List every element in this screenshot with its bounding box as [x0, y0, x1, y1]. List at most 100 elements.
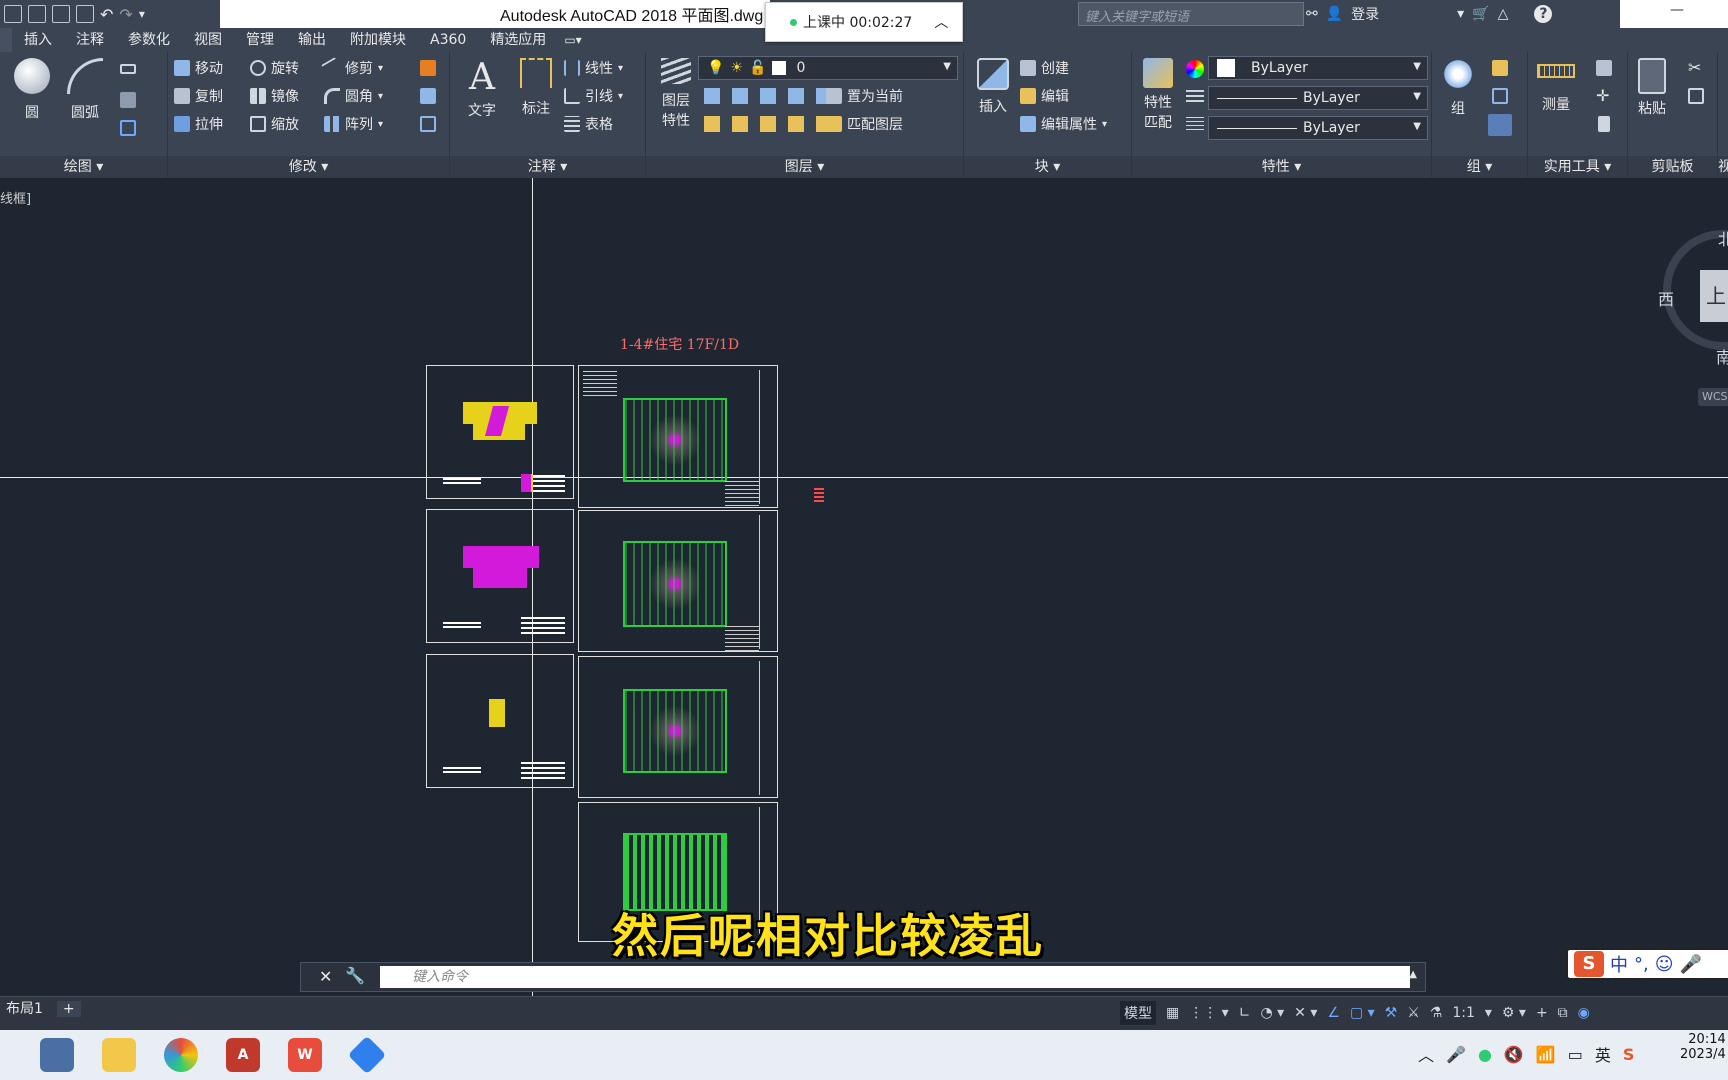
- print-icon[interactable]: [76, 5, 94, 23]
- ime-toolbar[interactable]: S 中 °, ☺ 🎤: [1566, 948, 1728, 980]
- ungroup-icon[interactable]: [1492, 60, 1508, 76]
- copy-button[interactable]: 复制: [174, 86, 223, 106]
- site-plan-sheet[interactable]: [426, 365, 574, 499]
- block-panel-title[interactable]: 块 ▾: [964, 156, 1131, 178]
- paste-button[interactable]: 粘贴: [1630, 58, 1674, 118]
- polar-icon[interactable]: ◔ ▾: [1260, 1005, 1284, 1021]
- chevron-down-icon[interactable]: ▾: [1485, 1005, 1492, 1021]
- edit-attributes-button[interactable]: 编辑属性 ▾: [1020, 114, 1107, 134]
- otrack-icon[interactable]: ∠: [1327, 1005, 1340, 1021]
- chevron-down-icon[interactable]: ▾: [1102, 119, 1107, 130]
- tab-insert[interactable]: 插入: [12, 28, 64, 52]
- layout-tab[interactable]: 布局1 +: [0, 998, 81, 1018]
- layer-dropdown[interactable]: 💡 ☀ 🔓 0 ▼: [698, 56, 958, 80]
- undo-icon[interactable]: ↶: [100, 5, 113, 24]
- set-current-button[interactable]: 置为当前: [826, 86, 903, 106]
- a360-icon[interactable]: △: [1498, 6, 1509, 22]
- annotation-panel-title[interactable]: 注释 ▾: [450, 156, 645, 178]
- open-icon[interactable]: [4, 5, 22, 23]
- chevron-up-icon[interactable]: ︿: [1418, 1042, 1434, 1066]
- viewcube-south[interactable]: 南: [1716, 344, 1728, 368]
- annotation-scale[interactable]: 1:1: [1452, 1005, 1475, 1021]
- tab-output[interactable]: 输出: [286, 28, 338, 52]
- search-input[interactable]: 键入关键字或短语: [1078, 2, 1304, 26]
- properties-panel-title[interactable]: 特性 ▾: [1132, 156, 1431, 178]
- copy-clip-icon[interactable]: [1688, 88, 1704, 104]
- offset-icon[interactable]: [420, 116, 436, 132]
- id-point-icon[interactable]: [1596, 60, 1612, 76]
- emoji-icon[interactable]: ☺: [1655, 954, 1674, 975]
- site-plan-sheet[interactable]: [426, 509, 574, 643]
- modify-panel-title[interactable]: 修改 ▾: [168, 156, 449, 178]
- osnap-icon[interactable]: ✕ ▾: [1294, 1005, 1317, 1021]
- chevron-down-icon[interactable]: ▾: [378, 63, 383, 74]
- region-icon[interactable]: [120, 120, 136, 136]
- color-wheel-icon[interactable]: [1186, 60, 1204, 78]
- sogou-tray-icon[interactable]: S: [1623, 1045, 1635, 1064]
- wrench-icon[interactable]: 🔧: [345, 966, 365, 985]
- expand-icon[interactable]: ▲: [1409, 969, 1417, 980]
- viewcube-west[interactable]: 西: [1658, 286, 1674, 310]
- viewcube-top-face[interactable]: 上: [1700, 270, 1728, 322]
- close-icon[interactable]: ✕: [319, 967, 332, 986]
- ribbon-toggle-icon[interactable]: ▭▾: [564, 33, 581, 47]
- fillet-button[interactable]: 圆角 ▾: [324, 86, 383, 106]
- autocad-app-icon[interactable]: A: [226, 1038, 260, 1072]
- rotate-button[interactable]: 旋转: [250, 58, 299, 78]
- minimize-button[interactable]: —: [1670, 2, 1684, 18]
- annotation-visibility-icon[interactable]: ⚒: [1385, 1005, 1398, 1021]
- move-button[interactable]: 移动: [174, 58, 223, 78]
- site-plan-sheet[interactable]: [426, 654, 574, 788]
- dimension-button[interactable]: 标注: [516, 58, 556, 118]
- view-panel-title[interactable]: 视: [1718, 156, 1728, 178]
- crosshair-icon[interactable]: ✛: [1596, 86, 1609, 105]
- array-button[interactable]: 阵列 ▾: [324, 114, 383, 134]
- mirror-button[interactable]: 镜像: [250, 86, 299, 106]
- lineweight-icon[interactable]: [1186, 116, 1204, 130]
- trim-button[interactable]: 修剪 ▾: [321, 57, 383, 79]
- battery-icon[interactable]: ▭: [1568, 1045, 1583, 1064]
- snap-icon[interactable]: ⋮⋮ ▾: [1189, 1005, 1228, 1021]
- group-button[interactable]: 组: [1438, 58, 1478, 118]
- circle-button[interactable]: 圆: [12, 58, 52, 122]
- arc-button[interactable]: 圆弧: [64, 58, 106, 122]
- ortho-icon[interactable]: ∟: [1239, 1005, 1251, 1021]
- file-explorer-icon[interactable]: [102, 1038, 136, 1072]
- clipboard-panel-title[interactable]: 剪贴板: [1628, 156, 1717, 178]
- create-block-button[interactable]: 创建: [1020, 58, 1069, 78]
- language-indicator[interactable]: 英: [1595, 1042, 1611, 1066]
- tab-default[interactable]: [0, 28, 12, 52]
- erase-icon[interactable]: [420, 60, 436, 76]
- hardware-accel-icon[interactable]: ◉: [1578, 1005, 1590, 1021]
- chevron-up-icon[interactable]: ︿: [934, 12, 948, 32]
- wcs-menu[interactable]: WCS: [1698, 388, 1728, 406]
- drawing-canvas[interactable]: [0, 178, 1728, 996]
- chevron-down-icon[interactable]: ▾: [378, 91, 383, 102]
- browser-icon[interactable]: [164, 1038, 198, 1072]
- hatch-icon[interactable]: [120, 92, 136, 108]
- selection-cycle-icon[interactable]: ▢ ▾: [1350, 1005, 1375, 1021]
- grid-icon[interactable]: ▦: [1166, 1005, 1179, 1021]
- tab-parametric[interactable]: 参数化: [116, 28, 182, 52]
- insert-button[interactable]: 插入: [972, 58, 1014, 116]
- chevron-down-icon[interactable]: ▾: [618, 91, 623, 102]
- punctuation-icon[interactable]: °,: [1634, 954, 1649, 975]
- linetype-dropdown[interactable]: ByLayer ▼: [1208, 86, 1428, 110]
- model-space-button[interactable]: 模型: [1120, 1001, 1156, 1025]
- text-button[interactable]: A 文字: [464, 56, 500, 120]
- wechat-icon[interactable]: ●: [1478, 1045, 1492, 1064]
- chevron-down-icon[interactable]: ▾: [618, 63, 623, 74]
- cart-icon[interactable]: 🛒: [1472, 6, 1489, 22]
- layer-tools-icon[interactable]: [704, 88, 844, 104]
- add-layout-icon[interactable]: +: [56, 1001, 81, 1017]
- stretch-button[interactable]: 拉伸: [174, 114, 223, 134]
- wifi-icon[interactable]: 📶: [1536, 1045, 1556, 1064]
- gear-icon[interactable]: ⚙ ▾: [1502, 1005, 1526, 1021]
- wps-app-icon[interactable]: W: [288, 1038, 322, 1072]
- match-properties-button[interactable]: 特性 匹配: [1136, 58, 1180, 132]
- viewcube-north[interactable]: 北: [1718, 226, 1728, 250]
- ime-mode[interactable]: 中: [1610, 951, 1628, 977]
- linetype-icon[interactable]: [1186, 88, 1204, 102]
- chevron-down-icon[interactable]: ▾: [378, 119, 383, 130]
- layers-panel-title[interactable]: 图层 ▾: [646, 156, 963, 178]
